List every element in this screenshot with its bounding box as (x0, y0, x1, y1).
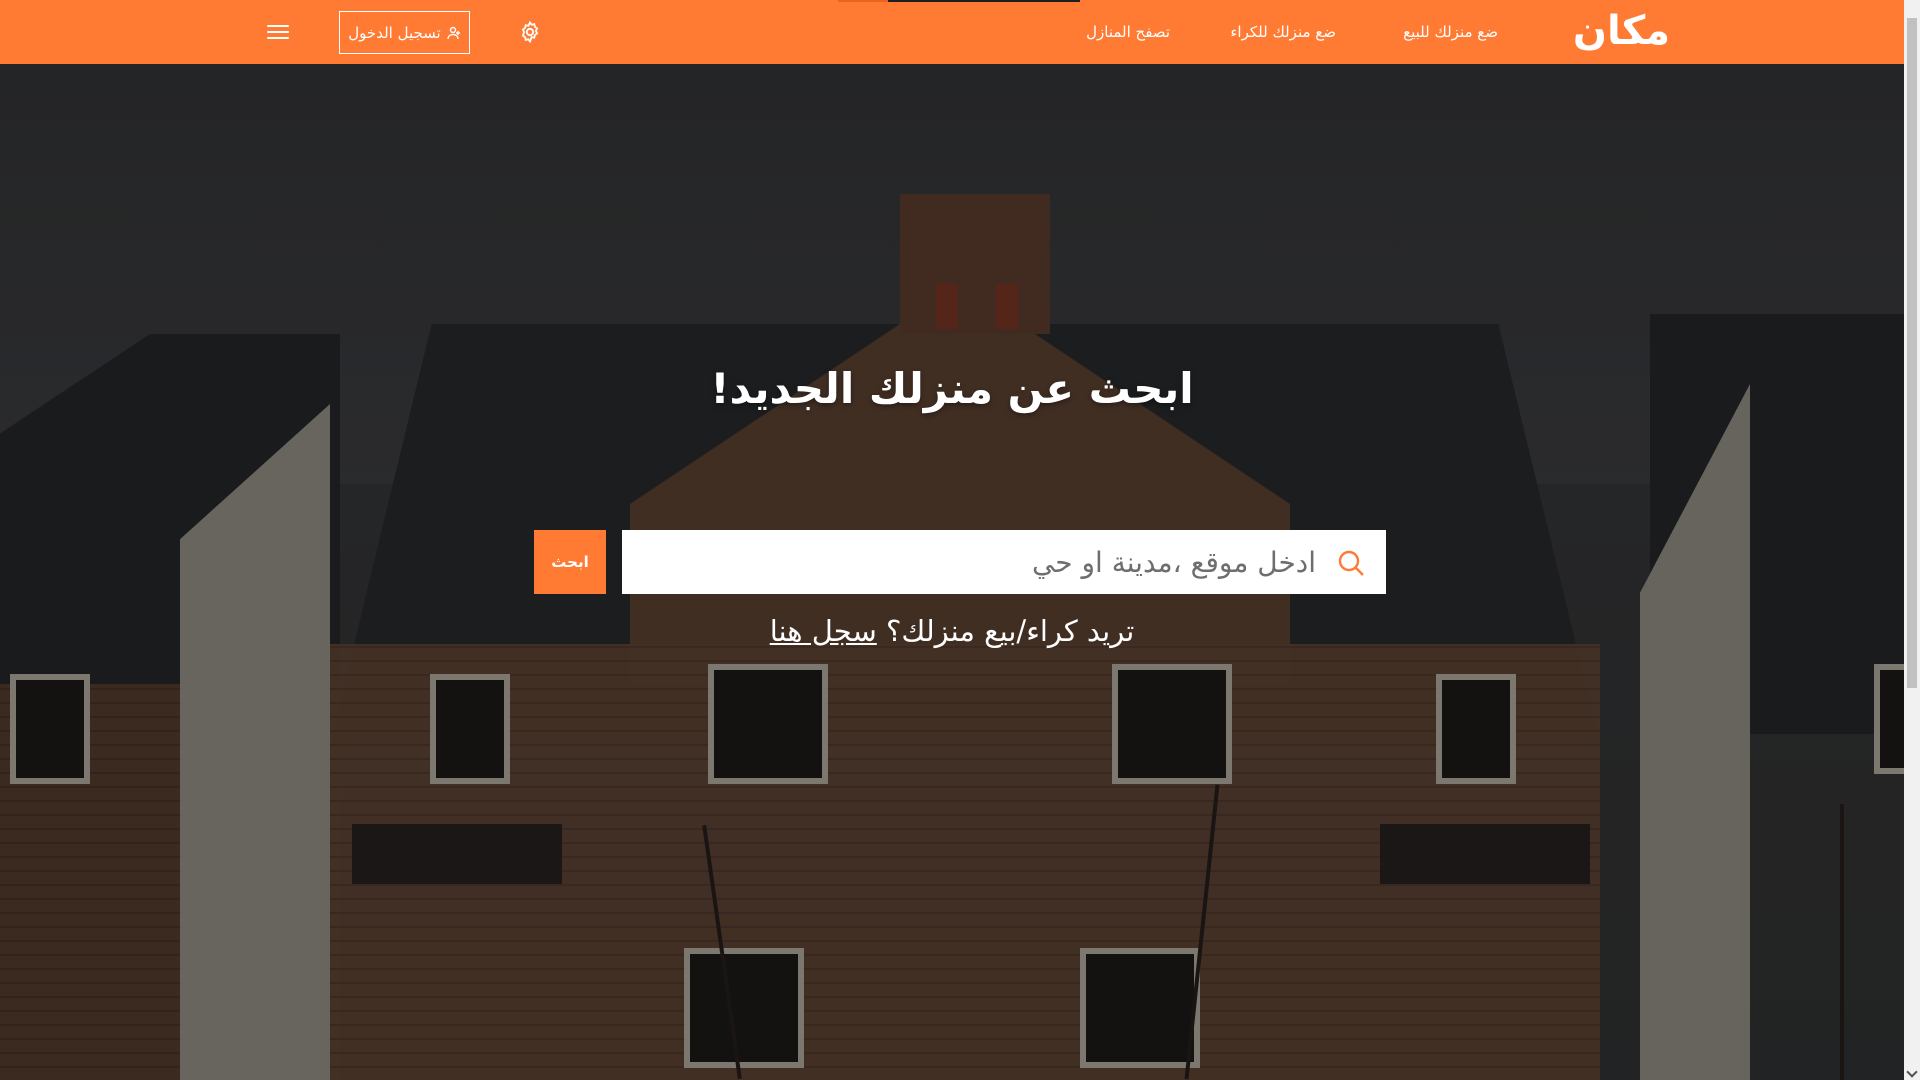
gear-icon[interactable] (518, 20, 542, 44)
register-link[interactable]: سجل هنا (770, 614, 877, 648)
hamburger-menu-icon[interactable] (266, 21, 290, 43)
register-prompt: تريد كراء/بيع منزلك؟ سجل هنا (0, 614, 1904, 648)
nav-link-sell-home[interactable]: ضع منزلك للبيع (1403, 20, 1498, 44)
search-box (622, 530, 1386, 594)
hero-title: ابحث عن منزلك الجديد! (710, 364, 1194, 413)
top-accent-line (838, 0, 888, 2)
search-icon (1336, 548, 1366, 578)
register-prompt-text: تريد كراء/بيع منزلك؟ (886, 614, 1135, 648)
top-navbar: مكان ضع منزلك للبيع ضع منزلك للكراء تصفح… (0, 0, 1904, 64)
search-button[interactable]: ابحث (534, 530, 606, 594)
login-button[interactable]: تسجيل الدخول (339, 11, 470, 54)
scroll-down-arrow-icon[interactable] (1906, 1066, 1918, 1078)
page-scrollbar[interactable] (1904, 0, 1920, 1080)
location-search-input[interactable] (636, 530, 1316, 594)
top-dark-line (888, 0, 1080, 2)
scrollbar-thumb[interactable] (1907, 18, 1917, 688)
site-logo[interactable]: مكان (1573, 6, 1670, 56)
nav-link-browse-homes[interactable]: تصفح المنازل (1086, 20, 1170, 44)
nav-link-rent-home[interactable]: ضع منزلك للكراء (1230, 20, 1336, 44)
login-label: تسجيل الدخول (348, 23, 441, 42)
user-icon (447, 26, 461, 40)
